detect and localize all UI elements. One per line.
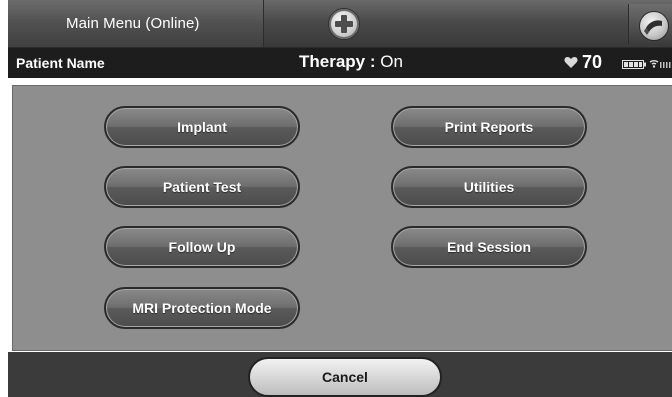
wand-glyph [644,20,662,35]
heart-icon [564,57,578,68]
programmer-screen: Main Menu (Online) Patient Name Therapy … [8,0,672,397]
bottom-bar: Cancel [8,352,672,397]
follow-up-button[interactable]: Follow Up [104,226,300,268]
battery-icon [622,60,646,69]
title-bar: Main Menu (Online) [8,0,672,48]
print-reports-button[interactable]: Print Reports [391,106,587,148]
patient-name: Patient Name [16,55,105,71]
cancel-button[interactable]: Cancel [248,357,442,397]
utilities-button[interactable]: Utilities [391,166,587,208]
programmer-wand-icon [639,11,669,41]
status-bar: Patient Name Therapy : On 70 [8,48,672,78]
plus-circle-icon[interactable] [328,8,360,40]
end-session-button[interactable]: End Session [391,226,587,268]
signal-strength-icon [649,60,671,68]
patient-test-button[interactable]: Patient Test [104,166,300,208]
therapy-value: On [380,52,403,71]
device-button[interactable] [628,4,672,44]
menu-title: Main Menu (Online) [8,0,264,47]
mri-protection-mode-button[interactable]: MRI Protection Mode [104,287,300,329]
plus-horizontal-bar [335,21,353,27]
main-menu-panel: Implant Patient Test Follow Up MRI Prote… [12,85,672,351]
therapy-status: Therapy : On [299,52,403,72]
implant-button[interactable]: Implant [104,106,300,148]
heart-rate-value: 70 [582,52,603,72]
therapy-label: Therapy : [299,52,376,71]
